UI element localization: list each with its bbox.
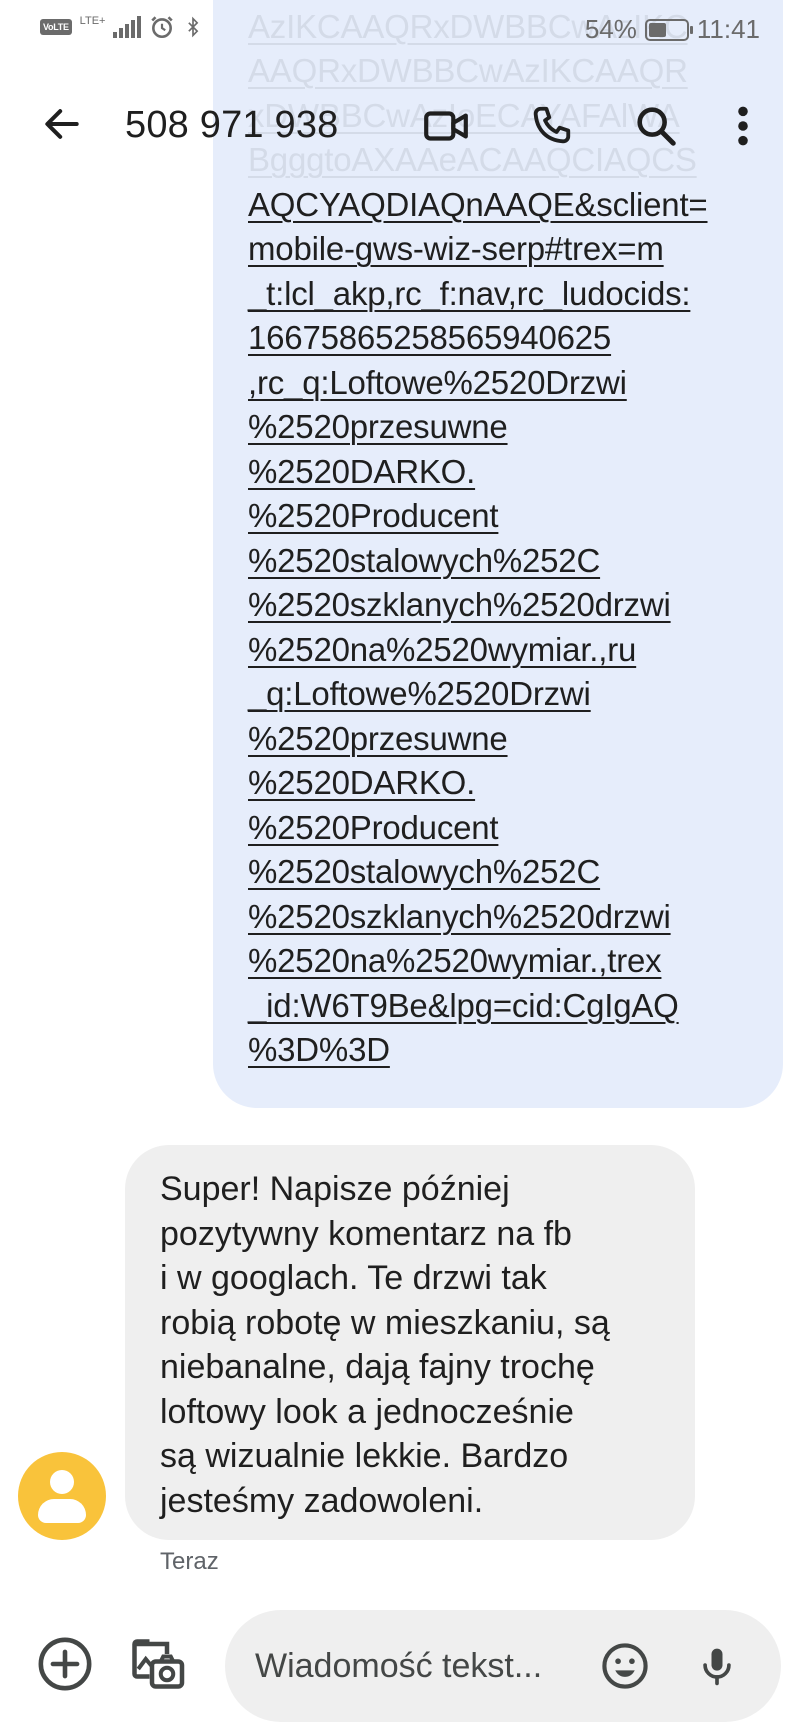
top-app-bar: 508 971 938 <box>0 60 800 196</box>
message-link-line[interactable]: %3D%3D <box>248 1028 708 1073</box>
message-link-line[interactable]: _t:lcl_akp,rc_f:nav,rc_ludocids: <box>248 272 708 317</box>
battery-level <box>648 22 667 37</box>
volte-badge: VoLTE <box>40 19 72 35</box>
conversation-title[interactable]: 508 971 938 <box>125 104 339 147</box>
search-icon[interactable] <box>628 98 684 154</box>
compose-bar <box>0 1600 800 1733</box>
message-link-line[interactable]: %2520szklanych%2520drzwi <box>248 583 708 628</box>
arrow-back-icon[interactable] <box>40 102 84 146</box>
mic-icon[interactable] <box>685 1634 749 1698</box>
incoming-message-text: Super! Napisze później pozytywny komenta… <box>160 1170 610 1520</box>
alarm-icon <box>151 16 174 39</box>
message-link-line[interactable]: %2520DARKO. <box>248 761 708 806</box>
incoming-message-bubble[interactable]: Super! Napisze później pozytywny komenta… <box>125 1145 695 1540</box>
person-icon <box>50 1470 74 1494</box>
message-link-line[interactable]: %2520na%2520wymiar.,trex <box>248 939 708 984</box>
message-link-line[interactable]: %2520przesuwne <box>248 405 708 450</box>
clock: 11:41 <box>696 14 760 44</box>
message-input[interactable] <box>255 1638 585 1694</box>
more-vert-icon[interactable] <box>723 98 763 154</box>
message-link-line[interactable]: %2520na%2520wymiar.,ru <box>248 628 708 673</box>
signal-icon <box>113 16 142 38</box>
message-timestamp: Teraz <box>160 1548 219 1575</box>
message-link-line[interactable]: _id:W6T9Be&lpg=cid:CgIgAQ <box>248 984 708 1029</box>
contact-avatar[interactable] <box>18 1452 106 1540</box>
battery-percent: 54% <box>584 14 637 44</box>
message-link-line[interactable]: mobile-gws-wiz-serp#trex=m <box>248 227 708 272</box>
message-link-line[interactable]: %2520DARKO. <box>248 450 708 495</box>
network-type: LTE+ <box>79 15 106 27</box>
phone-icon[interactable] <box>523 98 579 154</box>
status-right-group: 54% 11:41 <box>585 14 760 45</box>
message-link-line[interactable]: %2520Producent <box>248 806 708 851</box>
person-icon-body <box>38 1499 86 1523</box>
status-bar: VoLTE LTE+ 54% 11:41 <box>0 0 800 60</box>
status-left-group: VoLTE LTE+ <box>40 14 203 40</box>
message-compose-field[interactable] <box>225 1610 781 1722</box>
battery-icon <box>644 18 693 41</box>
message-link-line[interactable]: %2520stalowych%252C <box>248 539 708 584</box>
message-link-line[interactable]: _q:Loftowe%2520Drzwi <box>248 672 708 717</box>
message-link-line[interactable]: %2520szklanych%2520drzwi <box>248 895 708 940</box>
message-link-line[interactable]: %2520stalowych%252C <box>248 850 708 895</box>
message-link-line[interactable]: 16675865258565940625 <box>248 316 708 361</box>
message-link-line[interactable]: %2520Producent <box>248 494 708 539</box>
conversation-view[interactable]: BBCwAzIKCAAQRxDWBBCwAzIKCAAQRxDWBBCwAzIK… <box>0 0 800 1600</box>
gallery-camera-icon[interactable] <box>125 1632 189 1696</box>
bluetooth-icon <box>188 16 199 38</box>
message-link-line[interactable]: %2520przesuwne <box>248 717 708 762</box>
message-link-line[interactable]: ,rc_q:Loftowe%2520Drzwi <box>248 361 708 406</box>
add-circle-icon[interactable] <box>33 1632 97 1696</box>
emoji-icon[interactable] <box>593 1634 657 1698</box>
video-call-icon[interactable] <box>418 98 474 154</box>
